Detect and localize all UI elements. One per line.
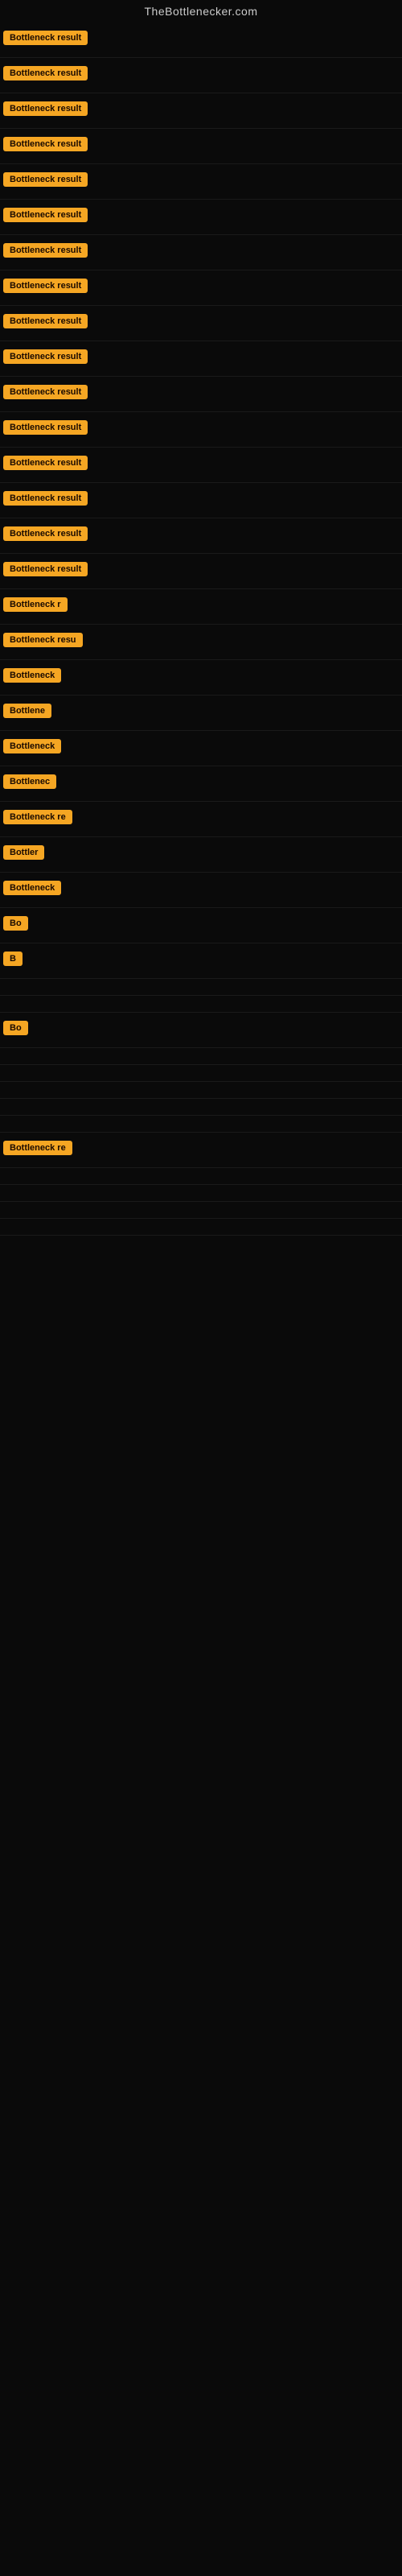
list-item[interactable]: Bottleneck resu bbox=[0, 625, 402, 660]
list-item[interactable]: Bottleneck re bbox=[0, 1133, 402, 1168]
bottleneck-result-badge: Bottleneck bbox=[3, 668, 61, 683]
bottleneck-result-badge: Bottleneck re bbox=[3, 1141, 72, 1155]
bottleneck-result-badge: Bottleneck result bbox=[3, 243, 88, 258]
site-title: TheBottlenecker.com bbox=[0, 0, 402, 23]
list-item[interactable]: Bottleneck result bbox=[0, 129, 402, 164]
bottleneck-result-badge: Bottlenec bbox=[3, 774, 56, 789]
list-item[interactable]: Bottleneck result bbox=[0, 377, 402, 412]
bottleneck-result-badge: Bottleneck result bbox=[3, 137, 88, 151]
list-item[interactable]: B bbox=[0, 943, 402, 979]
list-item[interactable]: Bottleneck result bbox=[0, 200, 402, 235]
bottleneck-result-badge: Bottleneck result bbox=[3, 349, 88, 364]
bottleneck-result-badge: Bottleneck bbox=[3, 881, 61, 895]
list-item[interactable]: Bottler bbox=[0, 837, 402, 873]
list-item[interactable]: Bottleneck result bbox=[0, 483, 402, 518]
list-item[interactable]: Bottleneck bbox=[0, 731, 402, 766]
bottleneck-result-badge: Bo bbox=[3, 1021, 28, 1035]
rows-container: Bottleneck result Bottleneck result Bottle… bbox=[0, 23, 402, 1236]
list-item[interactable]: Bottleneck result bbox=[0, 93, 402, 129]
list-item[interactable] bbox=[0, 1219, 402, 1236]
list-item[interactable]: Bottlenec bbox=[0, 766, 402, 802]
bottleneck-result-badge: Bottleneck result bbox=[3, 66, 88, 80]
bottleneck-result-badge: Bottleneck re bbox=[3, 810, 72, 824]
list-item[interactable]: Bottleneck re bbox=[0, 802, 402, 837]
list-item[interactable]: Bo bbox=[0, 1013, 402, 1048]
bottleneck-result-badge: Bottleneck result bbox=[3, 172, 88, 187]
list-item[interactable]: Bottleneck result bbox=[0, 554, 402, 589]
list-item[interactable]: Bo bbox=[0, 908, 402, 943]
list-item[interactable]: Bottleneck result bbox=[0, 23, 402, 58]
list-item[interactable] bbox=[0, 1048, 402, 1065]
list-item[interactable]: Bottleneck result bbox=[0, 164, 402, 200]
list-item[interactable] bbox=[0, 996, 402, 1013]
bottleneck-result-badge: Bottleneck result bbox=[3, 456, 88, 470]
list-item[interactable] bbox=[0, 979, 402, 996]
list-item[interactable] bbox=[0, 1202, 402, 1219]
bottleneck-result-badge: Bottleneck result bbox=[3, 208, 88, 222]
list-item[interactable]: Bottleneck result bbox=[0, 412, 402, 448]
list-item[interactable] bbox=[0, 1116, 402, 1133]
list-item[interactable] bbox=[0, 1185, 402, 1202]
list-item[interactable]: Bottleneck result bbox=[0, 306, 402, 341]
list-item[interactable]: Bottleneck bbox=[0, 873, 402, 908]
list-item[interactable]: Bottleneck result bbox=[0, 235, 402, 270]
list-item[interactable] bbox=[0, 1082, 402, 1099]
bottleneck-result-badge: B bbox=[3, 952, 23, 966]
list-item[interactable]: Bottleneck result bbox=[0, 341, 402, 377]
bottleneck-result-badge: Bottleneck result bbox=[3, 526, 88, 541]
list-item[interactable]: Bottleneck r bbox=[0, 589, 402, 625]
list-item[interactable]: Bottleneck result bbox=[0, 270, 402, 306]
bottleneck-result-badge: Bottlene bbox=[3, 704, 51, 718]
list-item[interactable]: Bottlene bbox=[0, 696, 402, 731]
list-item[interactable]: Bottleneck result bbox=[0, 518, 402, 554]
bottleneck-result-badge: Bottleneck result bbox=[3, 562, 88, 576]
list-item[interactable]: Bottleneck result bbox=[0, 58, 402, 93]
bottleneck-result-badge: Bottleneck result bbox=[3, 101, 88, 116]
bottleneck-result-badge: Bottleneck result bbox=[3, 385, 88, 399]
list-item[interactable]: Bottleneck result bbox=[0, 448, 402, 483]
list-item[interactable]: Bottleneck bbox=[0, 660, 402, 696]
site-title-bar: TheBottlenecker.com bbox=[0, 0, 402, 23]
bottleneck-result-badge: Bo bbox=[3, 916, 28, 931]
bottleneck-result-badge: Bottleneck resu bbox=[3, 633, 83, 647]
list-item[interactable] bbox=[0, 1168, 402, 1185]
bottleneck-result-badge: Bottleneck bbox=[3, 739, 61, 753]
bottleneck-result-badge: Bottleneck result bbox=[3, 314, 88, 328]
bottleneck-result-badge: Bottleneck result bbox=[3, 279, 88, 293]
bottleneck-result-badge: Bottler bbox=[3, 845, 44, 860]
bottleneck-result-badge: Bottleneck result bbox=[3, 31, 88, 45]
bottleneck-result-badge: Bottleneck result bbox=[3, 420, 88, 435]
bottleneck-result-badge: Bottleneck result bbox=[3, 491, 88, 506]
list-item[interactable] bbox=[0, 1099, 402, 1116]
list-item[interactable] bbox=[0, 1065, 402, 1082]
bottleneck-result-badge: Bottleneck r bbox=[3, 597, 68, 612]
